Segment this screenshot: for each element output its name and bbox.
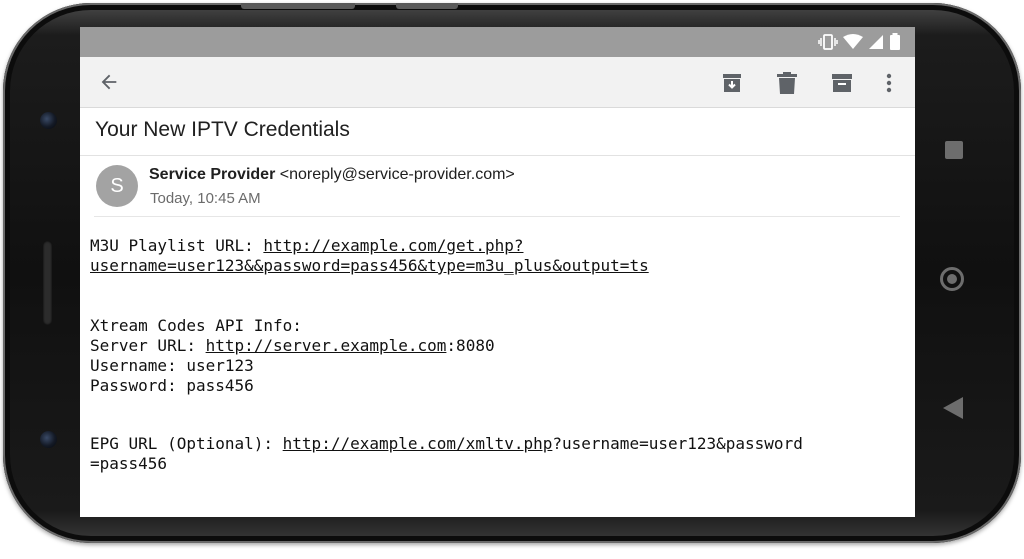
delete-icon[interactable] [776,71,798,95]
m3u-label: M3U Playlist URL: [90,236,264,255]
archive-icon[interactable] [830,71,854,95]
divider [80,155,915,156]
sender-address: <noreply@service-provider.com> [279,166,515,183]
m3u-playlist-link[interactable]: http://example.com/get.php? [263,236,523,255]
status-bar [80,27,915,57]
xtream-heading: Xtream Codes API Info: [90,316,302,335]
server-label: Server URL: [90,336,206,355]
sensor-icon [40,431,57,448]
earpiece-speaker [43,241,52,325]
signal-icon [869,35,883,49]
epg-label: EPG URL (Optional): [90,434,283,453]
battery-icon [890,33,900,50]
email-body: M3U Playlist URL: http://example.com/get… [90,236,803,474]
epg-params: ?username=user123&password [552,434,803,453]
front-camera-icon [40,112,57,129]
vibrate-icon [818,34,838,50]
avatar[interactable]: S [96,165,138,207]
more-vert-icon[interactable] [885,71,893,95]
sender-line: Service Provider <noreply@service-provid… [149,166,515,184]
wifi-icon [843,34,863,49]
back-nav-button[interactable] [943,397,963,419]
server-url-link[interactable]: http://server.example.com [206,336,447,355]
divider [94,216,900,217]
password-line: Password: pass456 [90,376,254,395]
power-button [396,3,458,9]
epg-url-link[interactable]: http://example.com/xmltv.php [283,434,553,453]
recents-nav-button[interactable] [945,141,963,159]
back-arrow-icon[interactable] [98,71,120,93]
server-port: :8080 [446,336,495,355]
epg-params-cont: =pass456 [90,454,168,473]
email-subject: Your New IPTV Credentials [95,118,350,141]
home-nav-button[interactable] [940,267,964,291]
volume-button [241,3,355,9]
username-line: Username: user123 [90,356,254,375]
email-date: Today, 10:45 AM [150,190,261,207]
app-toolbar [80,57,915,108]
download-icon[interactable] [720,71,744,95]
m3u-playlist-link-cont[interactable]: username=user123&&password=pass456&type=… [90,256,649,275]
phone-screen: Your New IPTV Credentials S Service Prov… [80,27,915,517]
sender-name[interactable]: Service Provider [149,166,275,183]
